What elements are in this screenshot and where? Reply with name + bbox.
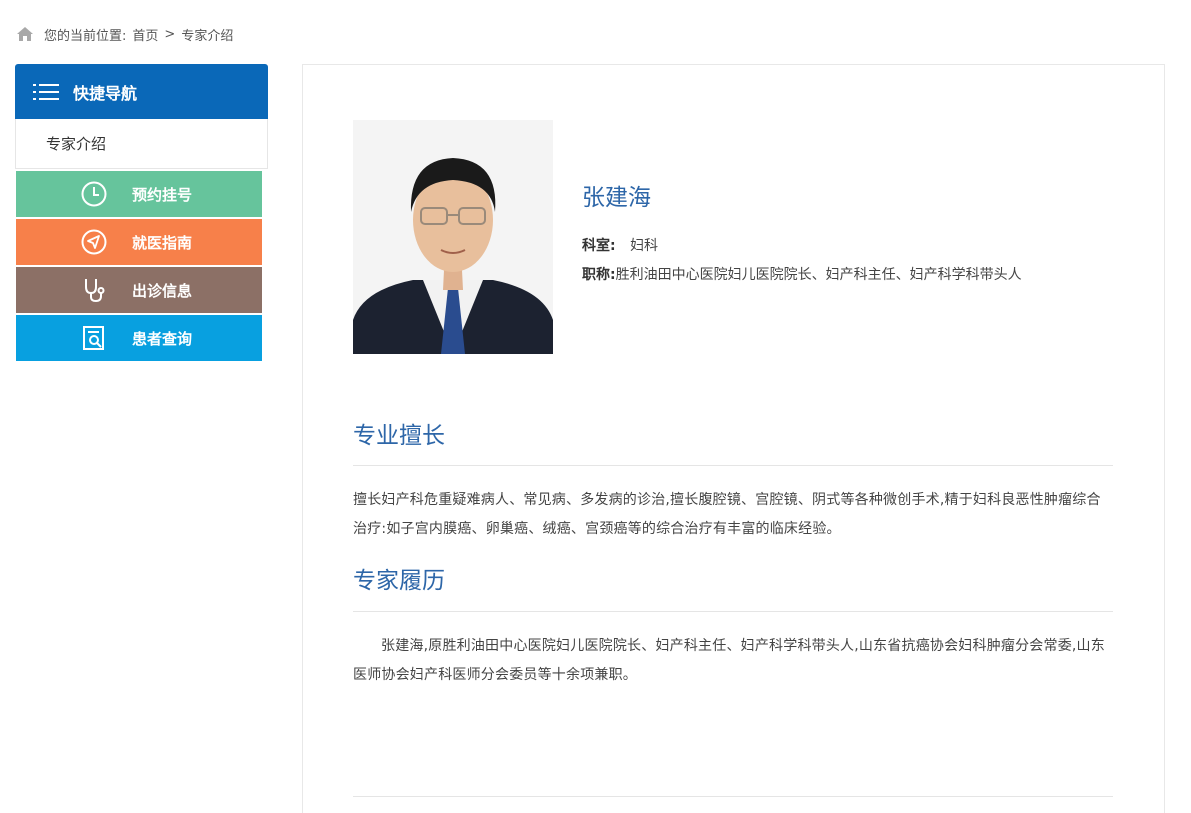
quick-nav-sidebar: 快捷导航 专家介绍 预约挂号 就医指南 出诊信息 患者查询 [15, 64, 268, 361]
resume-divider [353, 611, 1113, 612]
home-icon [17, 27, 33, 41]
breadcrumb: 您的当前位置: 首页 > 专家介绍 [16, 24, 233, 44]
stethoscope-icon [80, 276, 108, 304]
patient-query-label: 患者查询 [132, 329, 193, 348]
appointment-button[interactable]: 预约挂号 [16, 171, 262, 217]
title-label: 职称: [582, 267, 616, 283]
patient-query-button[interactable]: 患者查询 [16, 315, 262, 361]
guide-label: 就医指南 [132, 233, 193, 252]
clock-icon [80, 180, 108, 208]
resume-text: 张建海,原胜利油田中心医院妇儿医院院长、妇产科主任、妇产科学科带头人,山东省抗癌… [353, 638, 1105, 683]
sidebar-item-expert-intro[interactable]: 专家介绍 [15, 119, 268, 169]
quick-nav-header: 快捷导航 [15, 64, 268, 119]
document-search-icon [80, 324, 108, 352]
breadcrumb-home-link[interactable]: 首页 [132, 25, 158, 44]
clinic-schedule-label: 出诊信息 [132, 281, 193, 300]
specialty-heading: 专业擅长 [353, 423, 445, 449]
bottom-divider [353, 796, 1113, 797]
guide-button[interactable]: 就医指南 [16, 219, 262, 265]
department-label: 科室: [582, 238, 616, 254]
department-value: 妇科 [630, 238, 659, 254]
doctor-photo [353, 120, 553, 354]
breadcrumb-prefix: 您的当前位置: [44, 28, 127, 44]
doctor-name: 张建海 [582, 185, 651, 211]
specialty-divider [353, 465, 1113, 466]
resume-heading: 专家履历 [353, 568, 445, 594]
clinic-schedule-button[interactable]: 出诊信息 [16, 267, 262, 313]
breadcrumb-current: 专家介绍 [181, 28, 234, 44]
doctor-department: 科室: 妇科 [582, 235, 658, 255]
navigation-arrow-icon [80, 228, 108, 256]
doctor-title: 职称:胜利油田中心医院妇儿医院院长、妇产科主任、妇产科学科带头人 [582, 264, 1022, 284]
specialty-text: 擅长妇产科危重疑难病人、常见病、多发病的诊治,擅长腹腔镜、宫腔镜、阴式等各种微创… [353, 492, 1101, 537]
breadcrumb-separator: > [164, 26, 176, 42]
quick-nav-title: 快捷导航 [73, 83, 138, 103]
title-value: 胜利油田中心医院妇儿医院院长、妇产科主任、妇产科学科带头人 [615, 267, 1022, 283]
list-menu-icon [33, 83, 59, 100]
appointment-label: 预约挂号 [132, 185, 193, 204]
expert-detail-panel: 张建海 科室: 妇科 职称:胜利油田中心医院妇儿医院院长、妇产科主任、妇产科学科… [302, 64, 1165, 813]
